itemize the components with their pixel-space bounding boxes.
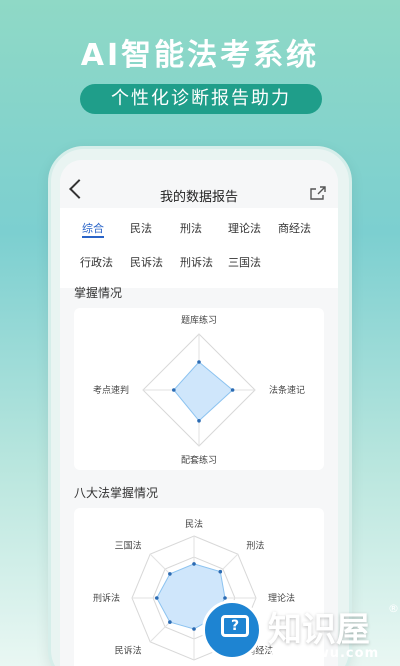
mastery-radar-chart: 题库练习法条速记配套练习 考点速判 xyxy=(93,314,305,466)
radar-axis-label-0: 题库练习 xyxy=(181,314,217,326)
tab-civil-law[interactable]: 民法 xyxy=(130,220,152,236)
radar-point-2 xyxy=(197,419,201,423)
tab-theory-law[interactable]: 理论法 xyxy=(228,220,261,236)
tab-three-international-law[interactable]: 三国法 xyxy=(228,254,261,270)
promo-title: AI智能法考系统 xyxy=(80,38,320,73)
radar-point-4 xyxy=(192,627,196,631)
radar-point-1 xyxy=(230,388,235,392)
mastery-section-title: 掌握情况 xyxy=(74,286,123,300)
watermark-registered: ® xyxy=(388,602,399,615)
radar-point-7 xyxy=(168,572,172,576)
radar-point-6 xyxy=(155,596,159,600)
watermark-brand: 知识屋 xyxy=(268,610,370,650)
page-title: 我的数据报告 xyxy=(159,190,238,205)
tab-civil-procedure[interactable]: 民诉法 xyxy=(130,254,163,270)
radar-axis-label-6: 刑诉法 xyxy=(93,592,120,604)
radar-axis-label-1: 法条速记 xyxy=(269,384,305,396)
tab-comprehensive[interactable]: 综合 xyxy=(82,220,104,236)
promo-subtitle-pill: 个性化诊断报告助力 xyxy=(80,84,322,114)
radar-data-area xyxy=(173,361,234,422)
radar-point-0 xyxy=(197,360,201,364)
watermark: ? 知识屋 ® zhishiwu.com xyxy=(202,600,400,666)
app-screen: 我的数据报告 综合 民法 刑法 理论法 商经法 行政法 民诉法 刑诉法 三国法 … xyxy=(60,160,338,666)
radar-point-1 xyxy=(218,569,223,574)
subject-tabs: 综合 民法 刑法 理论法 商经法 行政法 民诉法 刑诉法 三国法 xyxy=(60,208,338,288)
eight-laws-section-title: 八大法掌握情况 xyxy=(74,486,159,500)
watermark-url: zhishiwu.com xyxy=(268,646,380,661)
tab-criminal-procedure[interactable]: 刑诉法 xyxy=(180,254,213,270)
radar-point-3 xyxy=(172,388,176,392)
radar-axis-label-2: 配套练习 xyxy=(181,454,217,466)
radar-axis-label-3: 考点速判 xyxy=(93,384,129,396)
radar-axis-label-7: 三国法 xyxy=(115,540,142,552)
radar-point-0 xyxy=(192,562,196,566)
tab-administrative-law[interactable]: 行政法 xyxy=(80,254,113,270)
top-bar: 我的数据报告 xyxy=(60,160,338,208)
active-tab-indicator xyxy=(82,236,104,238)
mastery-radar-card: 题库练习法条速记配套练习 考点速判 xyxy=(74,308,324,470)
share-icon[interactable] xyxy=(310,186,326,200)
tab-commercial-law[interactable]: 商经法 xyxy=(278,220,311,236)
radar-axis-label-5: 民诉法 xyxy=(115,644,142,656)
radar-axis-label-0: 民法 xyxy=(185,518,203,530)
tab-criminal-law[interactable]: 刑法 xyxy=(180,220,202,236)
question-monitor-icon: ? xyxy=(202,600,262,660)
radar-point-5 xyxy=(168,620,172,624)
radar-axis-label-1: 刑法 xyxy=(246,540,264,552)
